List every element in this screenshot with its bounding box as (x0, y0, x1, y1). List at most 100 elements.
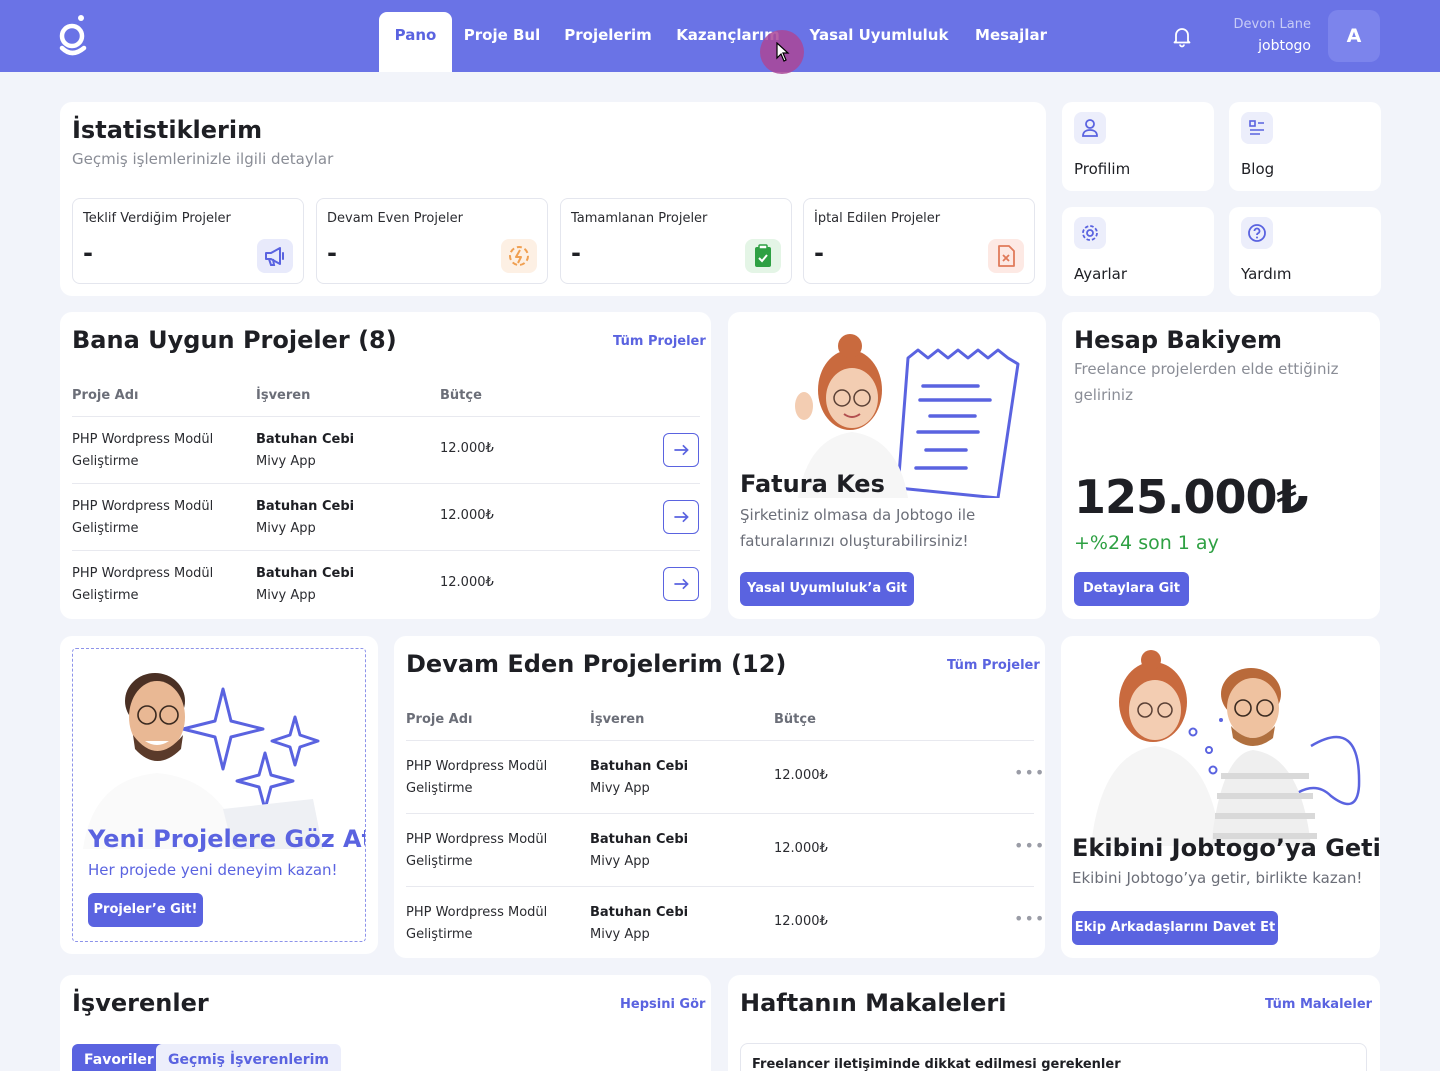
nav-tab-my-projects[interactable]: Projelerim (560, 12, 656, 72)
employer-name: Batuhan Cebi (590, 759, 689, 774)
weekly-articles-card: Haftanın Makaleleri Tüm Makaleler Freela… (728, 975, 1380, 1071)
arrow-right-icon[interactable] (663, 433, 699, 467)
progress-icon (501, 239, 537, 273)
jobtogo-logo[interactable] (58, 14, 88, 58)
column-header-employer: İşveren (256, 388, 311, 403)
article-item[interactable]: Freelancer iletişiminde dikkat edilmesi … (740, 1043, 1367, 1071)
article-title: Freelancer iletişiminde dikkat edilmesi … (752, 1057, 1121, 1071)
stat-label: İptal Edilen Projeler (814, 211, 941, 226)
quick-link-label: Ayarlar (1074, 265, 1128, 283)
stat-label: Tamamlanan Projeler (571, 211, 708, 226)
project-name: PHP Wordpress Modül Geliştirme (72, 566, 214, 603)
employer-cell: Batuhan Cebi Mivy App (256, 496, 354, 540)
go-to-projects-button[interactable]: Projeler’e Git! (88, 893, 203, 927)
stat-offered-projects[interactable]: Teklif Verdiğim Projeler - (72, 198, 304, 284)
column-header-project: Proje Adı (72, 388, 139, 403)
explore-dashed-frame: Yeni Projelere Göz At Her projede yeni d… (72, 648, 366, 942)
stat-value: - (814, 239, 824, 267)
balance-details-button[interactable]: Detaylara Git (1074, 572, 1189, 606)
project-name: PHP Wordpress Modül Geliştirme (406, 905, 548, 942)
employer-company: Mivy App (256, 454, 316, 469)
tab-past-employers[interactable]: Geçmiş İşverenlerim (156, 1044, 341, 1071)
project-budget: 12.000₺ (774, 914, 828, 929)
user-handle: jobtogo (1258, 38, 1311, 54)
balance-amount: 125.000₺ (1074, 470, 1309, 524)
employer-name: Batuhan Cebi (590, 905, 689, 920)
project-budget: 12.000₺ (440, 575, 494, 590)
employer-company: Mivy App (256, 521, 316, 536)
balance-subtitle: Freelance projelerden elde ettiğiniz gel… (1074, 360, 1339, 404)
employers-title: İşverenler (72, 989, 209, 1017)
stat-value: - (327, 239, 337, 267)
all-ongoing-projects-link[interactable]: Tüm Projeler (947, 658, 1040, 673)
quick-link-help[interactable]: Yardım (1229, 207, 1381, 296)
table-row: PHP Wordpress Modül Geliştirme Batuhan C… (406, 886, 1044, 959)
nav-tab-messages[interactable]: Mesajlar (970, 12, 1052, 72)
quick-link-label: Blog (1241, 160, 1275, 178)
project-budget: 12.000₺ (440, 508, 494, 523)
stat-cancelled-projects[interactable]: İptal Edilen Projeler - (803, 198, 1035, 284)
articles-title: Haftanın Makaleleri (740, 989, 1007, 1017)
all-projects-link[interactable]: Tüm Projeler (613, 334, 706, 349)
notification-bell-icon[interactable] (1170, 24, 1194, 48)
user-name: Devon Lane (1233, 17, 1311, 32)
legal-compliance-button[interactable]: Yasal Uyumluluk’a Git (740, 572, 914, 606)
nav-tab-legal-compliance[interactable]: Yasal Uyumluluk (806, 12, 952, 72)
project-budget: 12.000₺ (440, 441, 494, 456)
project-name: PHP Wordpress Modül Geliştirme (72, 432, 214, 469)
project-budget: 12.000₺ (774, 841, 828, 856)
stat-ongoing-projects[interactable]: Devam Even Projeler - (316, 198, 548, 284)
project-budget: 12.000₺ (774, 768, 828, 783)
quick-link-settings[interactable]: Ayarlar (1062, 207, 1214, 296)
more-options-icon[interactable]: ••• (1014, 909, 1045, 928)
project-name: PHP Wordpress Modül Geliştirme (72, 499, 214, 536)
quick-link-profile[interactable]: Profilim (1062, 102, 1214, 191)
arrow-right-icon[interactable] (663, 567, 699, 601)
employer-company: Mivy App (590, 781, 650, 796)
employer-name: Batuhan Cebi (590, 832, 689, 847)
ongoing-projects-card: Devam Eden Projelerim (12) Tüm Projeler … (394, 636, 1045, 958)
column-header-budget: Bütçe (774, 712, 816, 727)
ongoing-projects-title: Devam Eden Projelerim (12) (406, 650, 787, 678)
team-illustration (1091, 650, 1361, 846)
employer-name: Batuhan Cebi (256, 499, 355, 514)
more-options-icon[interactable]: ••• (1014, 836, 1045, 855)
file-cancel-icon (988, 239, 1024, 273)
more-options-icon[interactable]: ••• (1014, 763, 1045, 782)
table-row: PHP Wordpress Modül Geliştirme Batuhan C… (72, 483, 700, 550)
employer-cell: Batuhan Cebi Mivy App (590, 829, 688, 873)
employer-name: Batuhan Cebi (256, 566, 355, 581)
column-header-project: Proje Adı (406, 712, 473, 727)
avatar[interactable]: A (1328, 10, 1380, 62)
nav-tab-dashboard[interactable]: Pano (379, 12, 452, 72)
employer-cell: Batuhan Cebi Mivy App (256, 563, 354, 607)
column-header-budget: Bütçe (440, 388, 482, 403)
stat-completed-projects[interactable]: Tamamlanan Projeler - (560, 198, 792, 284)
invite-teammates-button[interactable]: Ekip Arkadaşlarını Davet Et (1072, 911, 1278, 945)
clipboard-check-icon (745, 239, 781, 273)
help-icon (1241, 217, 1273, 249)
arrow-right-icon[interactable] (663, 500, 699, 534)
blog-icon (1241, 112, 1273, 144)
quick-link-label: Yardım (1241, 265, 1292, 283)
employer-company: Mivy App (590, 854, 650, 869)
employer-name: Batuhan Cebi (256, 432, 355, 447)
top-navigation: Pano Proje Bul Projelerim Kazançlarım Ya… (0, 0, 1440, 74)
employers-card: İşverenler Hepsini Gör Favoriler Geçmiş … (60, 975, 711, 1071)
column-header-employer: İşveren (590, 712, 645, 727)
nav-tab-find-project[interactable]: Proje Bul (460, 12, 544, 72)
employer-cell: Batuhan Cebi Mivy App (590, 756, 688, 800)
tab-favorites[interactable]: Favoriler (72, 1044, 166, 1071)
employer-cell: Batuhan Cebi Mivy App (590, 902, 688, 946)
stat-label: Devam Even Projeler (327, 211, 463, 226)
table-row: PHP Wordpress Modül Geliştirme Batuhan C… (406, 740, 1044, 813)
all-articles-link[interactable]: Tüm Makaleler (1265, 997, 1372, 1012)
quick-link-blog[interactable]: Blog (1229, 102, 1381, 191)
man-with-laptop-illustration (83, 673, 323, 849)
table-row: PHP Wordpress Modül Geliştirme Batuhan C… (72, 416, 700, 483)
explore-subtitle: Her projede yeni deneyim kazan! (88, 861, 338, 879)
see-all-employers-link[interactable]: Hepsini Gör (620, 997, 705, 1012)
invite-team-card: Ekibini Jobtogo’ya Getir! Ekibini Jobtog… (1061, 636, 1380, 958)
balance-change: +%24 son 1 ay (1074, 532, 1219, 554)
megaphone-icon (257, 239, 293, 273)
